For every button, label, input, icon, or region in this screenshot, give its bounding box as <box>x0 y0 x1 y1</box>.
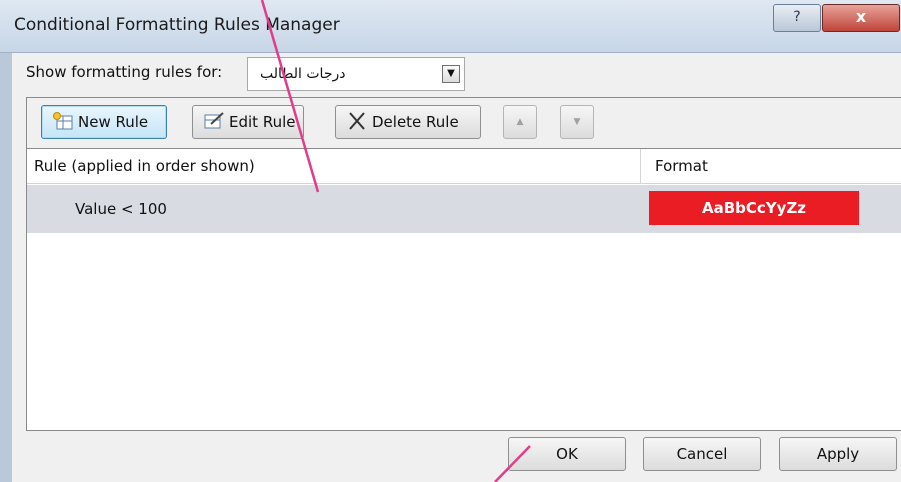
edit-rule-icon <box>204 112 224 129</box>
show-rules-dropdown[interactable]: درجات الطالب ▼ <box>247 57 465 91</box>
chevron-down-icon[interactable]: ▼ <box>442 65 460 83</box>
title-bar: Conditional Formatting Rules Manager ? x <box>0 0 901 53</box>
delete-rule-label: Delete Rule <box>372 113 459 131</box>
cancel-button[interactable]: Cancel <box>643 437 761 471</box>
rule-description: Value < 100 <box>75 200 167 218</box>
rules-manager-dialog: Conditional Formatting Rules Manager ? x… <box>0 0 901 482</box>
dropdown-selected-value: درجات الطالب <box>260 66 346 82</box>
show-rules-label: Show formatting rules for: <box>26 63 223 81</box>
rules-toolbar: New Rule Edit Rule Delete Rule ▲ ▼ <box>26 97 901 149</box>
edit-rule-button[interactable]: Edit Rule <box>192 105 304 139</box>
delete-x-icon <box>349 112 365 130</box>
new-rule-label: New Rule <box>78 113 149 131</box>
rules-list[interactable]: Rule (applied in order shown) Format Val… <box>26 148 901 431</box>
column-header-rule[interactable]: Rule (applied in order shown) <box>34 157 255 175</box>
apply-button[interactable]: Apply <box>779 437 897 471</box>
close-button[interactable]: x <box>822 4 900 32</box>
edit-rule-label: Edit Rule <box>229 113 296 131</box>
column-divider <box>640 149 641 183</box>
ok-button[interactable]: OK <box>508 437 626 471</box>
list-header: Rule (applied in order shown) Format <box>27 149 901 184</box>
column-header-format[interactable]: Format <box>655 157 708 175</box>
move-up-button[interactable]: ▲ <box>503 105 537 139</box>
help-button[interactable]: ? <box>773 4 821 32</box>
dialog-title: Conditional Formatting Rules Manager <box>14 15 340 35</box>
format-preview: AaBbCcYyZz <box>649 191 859 225</box>
new-rule-button[interactable]: New Rule <box>41 105 167 139</box>
delete-rule-button[interactable]: Delete Rule <box>335 105 481 139</box>
table-row[interactable]: Value < 100 AaBbCcYyZz <box>27 185 901 233</box>
move-down-button[interactable]: ▼ <box>560 105 594 139</box>
new-rule-icon <box>53 112 73 130</box>
